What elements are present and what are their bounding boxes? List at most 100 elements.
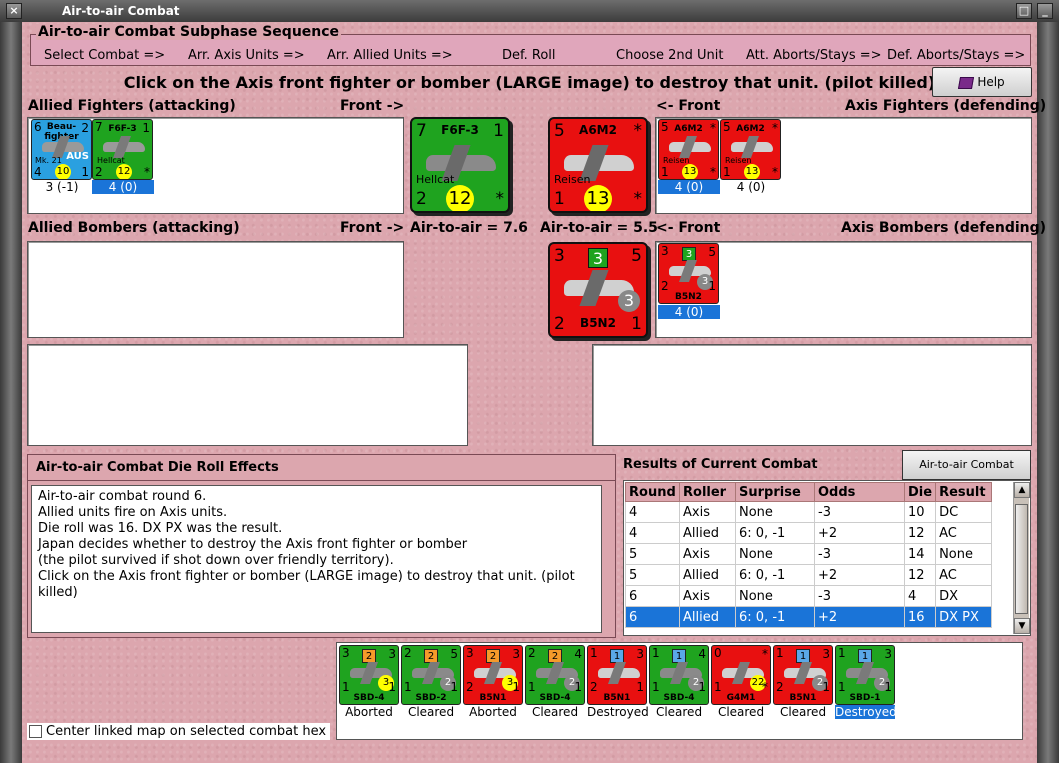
effects-text-area[interactable]: Air-to-air combat round 6. Allied units …: [31, 485, 602, 633]
allied-fighters-label: Allied Fighters (attacking): [28, 98, 236, 114]
axis-fighters-label: Axis Fighters (defending): [845, 98, 1047, 114]
bomber-rating-box: 3: [682, 247, 696, 261]
unit-counter-sbd4[interactable]: 3 3 2 3 SBD-4 1 1: [339, 645, 399, 705]
unit-name: F6F-3: [441, 123, 479, 137]
seq-step-def-roll: Def. Roll: [502, 48, 556, 63]
table-row[interactable]: 5 Axis None -3 14 None: [625, 543, 993, 565]
unit-counter-sbd4[interactable]: 1 4 1 2 SBD-4 1 1: [649, 645, 709, 705]
unit-counter-sbd4[interactable]: 2 4 2 2 SBD-4 1 1: [525, 645, 585, 705]
bomber-rating-box: 3: [588, 248, 608, 268]
allied-front-fighter[interactable]: 7 1 F6F-3 Hellcat 12 2 *: [410, 117, 510, 213]
scroll-down-icon[interactable]: ▼: [1014, 618, 1030, 634]
axis-front-fighter[interactable]: 5 * A6M2 Reisen 13 1 *: [548, 117, 648, 213]
checkbox-icon[interactable]: [29, 725, 42, 738]
title-bar: × Air-to-air Combat □ _: [0, 0, 1059, 22]
maximize-icon[interactable]: □: [1016, 3, 1032, 19]
col-surprise[interactable]: Surprise: [735, 482, 815, 502]
unit-status-caption: Destroyed: [835, 705, 897, 719]
strength-badge: 13: [682, 164, 698, 179]
col-result[interactable]: Result: [935, 482, 993, 502]
bomber-rating-box: 1: [610, 649, 624, 663]
unit-name: B5N1: [603, 693, 631, 703]
unit-name: B5N1: [789, 693, 817, 703]
unit-name: B5N1: [479, 693, 507, 703]
strength-badge: 12: [446, 185, 474, 211]
unit-status-caption: Aborted: [345, 705, 393, 719]
instruction-text: Click on the Axis front fighter or bombe…: [123, 73, 936, 92]
front-left-label-2: <- Front: [656, 220, 721, 236]
unit-counter-b5n1[interactable]: 1 3 1 B5N1 2 1: [587, 645, 647, 705]
scroll-up-icon[interactable]: ▲: [1014, 482, 1030, 498]
results-scrollbar[interactable]: ▲ ▼: [1013, 482, 1030, 634]
front-left-label: <- Front: [656, 98, 721, 114]
unit-caption: 4 (0): [658, 305, 720, 319]
allied-extra-box: [27, 344, 468, 446]
unit-name: SBD-2: [415, 693, 447, 703]
window-frame: × Air-to-air Combat □ _ Air-to-air Comba…: [0, 0, 1059, 763]
unit-counter-a6m2[interactable]: 5 * A6M2 Reisen 13 1 *: [720, 119, 781, 180]
unit-status-caption: Aborted: [469, 705, 517, 719]
unit-name: SBD-4: [539, 693, 571, 703]
effects-panel: Air-to-air Combat Die Roll Effects Air-t…: [27, 454, 616, 638]
unit-status-caption: Cleared: [717, 705, 765, 719]
unit-caption: 3 (-1): [45, 180, 79, 194]
window-title: Air-to-air Combat: [62, 4, 180, 18]
close-icon[interactable]: ×: [6, 3, 22, 19]
unit-name: A6M2: [736, 124, 765, 134]
results-table: Round Roller Surprise Odds Die Result 4A…: [625, 482, 993, 628]
unit-status-caption: Cleared: [655, 705, 703, 719]
plane-icon: [731, 142, 773, 152]
col-die[interactable]: Die: [903, 482, 937, 502]
seq-step-def-aborts: Def. Aborts/Stays =>: [887, 48, 1026, 63]
plane-icon: [426, 155, 496, 171]
air-combat-chart-button[interactable]: Air-to-air Combat Chart: [902, 450, 1031, 499]
completed-units-box: 3 3 2 3 SBD-4 1 1 Aborted 2 5 2 2 SBD-2 1 1 Cleared 3 3 2 3…: [336, 642, 1023, 740]
unit-counter-a6m2[interactable]: 5 * A6M2 Reisen 13 1 *: [658, 119, 719, 180]
left-border: [0, 22, 22, 763]
axis-bombers-label: Axis Bombers (defending): [841, 220, 1047, 236]
strength-badge: 13: [744, 164, 760, 179]
table-row-selected[interactable]: 6 Allied 6: 0, -1 +2 16 DX PX: [625, 606, 993, 628]
allied-bombers-box[interactable]: [27, 241, 404, 338]
center-map-checkbox[interactable]: Center linked map on selected combat hex: [27, 723, 331, 740]
table-row[interactable]: 6 Axis None -3 4 DX: [625, 585, 993, 607]
unit-status-caption: Destroyed: [587, 705, 649, 719]
bomber-rating-box: 1: [858, 649, 872, 663]
strength-badge: 3: [618, 290, 640, 312]
bomber-rating-box: 2: [548, 649, 562, 663]
unit-name: SBD-4: [663, 693, 695, 703]
help-button[interactable]: Help: [932, 67, 1032, 97]
unit-name: B5N2: [675, 292, 702, 302]
unit-counter-beaufighter[interactable]: 6 2 Beau-fighter AUS Mk. 21 10 4 1: [31, 119, 92, 180]
unit-caption: 4 (0): [658, 180, 720, 194]
seq-step-arr-allied: Arr. Allied Units =>: [327, 48, 453, 63]
plane-icon: [598, 668, 640, 678]
unit-counter-b5n1[interactable]: 3 3 2 3 B5N1 2 1: [463, 645, 523, 705]
minimize-icon[interactable]: _: [1037, 3, 1053, 19]
col-round[interactable]: Round: [625, 482, 680, 502]
unit-counter-f6f3[interactable]: 7 1 F6F-3 Hellcat 12 2 *: [92, 119, 153, 180]
scroll-thumb[interactable]: [1015, 504, 1028, 614]
strength-badge: 12: [116, 164, 132, 179]
unit-counter-g4m1[interactable]: 0 * 22 G4M1 1 *: [711, 645, 771, 705]
bomber-rating-box: 2: [362, 649, 376, 663]
table-row[interactable]: 4 Axis None -3 10 DC: [625, 501, 993, 523]
table-row[interactable]: 5 Allied 6: 0, -1 +2 12 AC: [625, 564, 993, 586]
unit-counter-b5n1[interactable]: 1 3 1 2 B5N1 2 1: [773, 645, 833, 705]
table-row[interactable]: 4 Allied 6: 0, -1 +2 12 AC: [625, 522, 993, 544]
unit-counter-b5n2[interactable]: 3 5 3 3 B5N2 2 1: [658, 243, 719, 304]
unit-status-caption: Cleared: [531, 705, 579, 719]
axis-air-to-air-value: Air-to-air = 5.5: [540, 220, 658, 236]
results-table-container: Round Roller Surprise Odds Die Result 4A…: [623, 480, 1031, 636]
unit-name: F6F-3: [108, 124, 137, 134]
col-roller[interactable]: Roller: [679, 482, 736, 502]
axis-front-bomber[interactable]: 3 5 3 3 B5N2 2 1: [548, 242, 648, 338]
unit-status-caption: Cleared: [779, 705, 827, 719]
unit-caption: 4 (0): [92, 180, 154, 194]
unit-counter-sbd2[interactable]: 2 5 2 2 SBD-2 1 1: [401, 645, 461, 705]
col-odds[interactable]: Odds: [814, 482, 905, 502]
unit-name: G4M1: [726, 693, 756, 703]
sequence-title: Air-to-air Combat Subphase Sequence: [36, 24, 342, 40]
unit-counter-sbd1[interactable]: 1 3 1 2 SBD-1 1 1: [835, 645, 895, 705]
bomber-rating-box: 2: [486, 649, 500, 663]
